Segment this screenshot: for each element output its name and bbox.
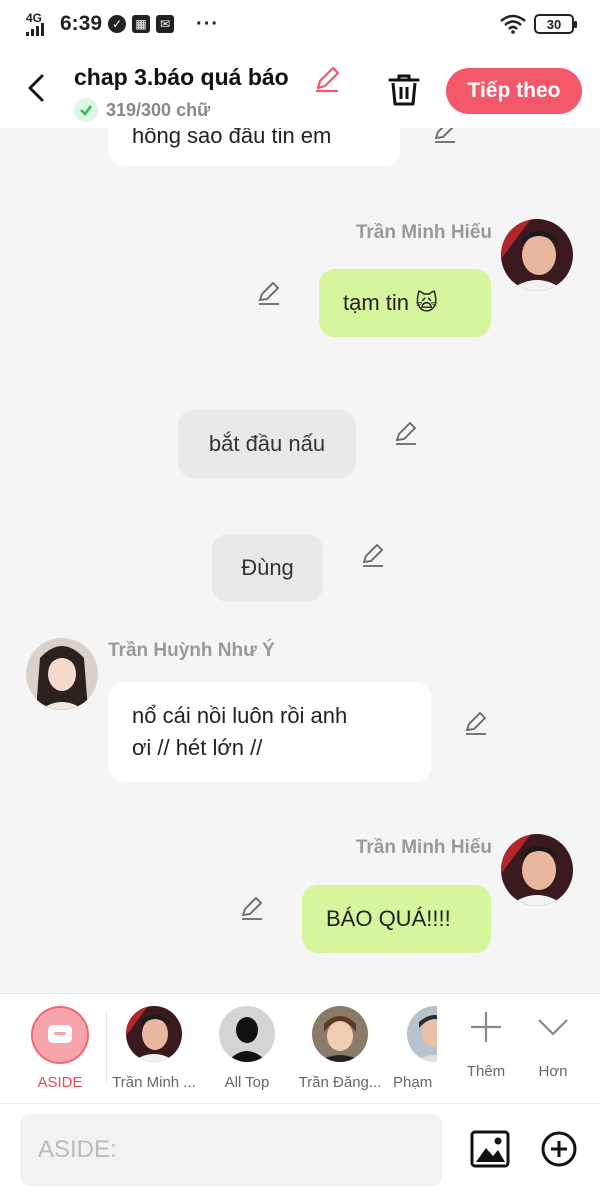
battery-level: 30 [546,16,562,32]
plus-icon [471,1012,501,1042]
signal-icon: 4G [26,12,48,36]
speaker-name: Trần Huỳnh Như Ý [108,640,275,661]
character-aside[interactable]: ASIDE [12,1006,108,1091]
avatar[interactable] [501,834,573,906]
avatar [126,1006,182,1062]
back-icon[interactable] [22,70,52,106]
battery-icon: 30 [534,14,577,34]
editor-header: chap 3.báo quá báo 319/300 chữ Tiếp theo [0,56,600,128]
message-input[interactable] [20,1114,442,1186]
character-all-top[interactable]: All Top [199,1006,295,1091]
message-bubble[interactable]: tạm tin 🙀 [319,269,491,337]
speaker-name: Trần Minh Hiếu [355,837,492,858]
message-text: hông sao đâu tin em [132,128,332,148]
message-text: ơi // hét lớn // [132,735,263,760]
message-text: bắt đầu nấu [208,431,326,456]
message-text: BÁO QUÁ!!!! [326,906,451,931]
next-button[interactable]: Tiếp theo [446,68,582,114]
wifi-icon [500,14,526,34]
pencil-icon[interactable] [393,420,419,446]
message-bubble[interactable]: hông sao đâu tin em [108,128,400,166]
pencil-icon[interactable] [360,542,386,568]
shield-icon: ✓ [108,15,127,33]
pencil-icon[interactable] [432,128,458,144]
speaker-name: Trần Minh Hiếu [355,222,492,243]
character-label: Trần Đăng... [298,1074,382,1091]
character-pham[interactable]: Phạm [393,1006,437,1091]
check-icon [74,98,98,122]
message-text: Đùng [241,555,294,580]
message-text: nổ cái nồi luôn rồi anh [132,703,348,728]
character-label: Trần Minh ... [112,1074,196,1091]
character-label: All Top [224,1074,270,1091]
chevron-down-icon [538,1019,568,1036]
word-count-row: 319/300 chữ [74,98,210,122]
character-label: Hơn [538,1063,568,1080]
character-tran-dang[interactable]: Trần Đăng... [292,1006,388,1091]
character-label: ASIDE [37,1074,83,1091]
add-character-button[interactable]: Thêm [456,1010,516,1080]
chapter-title: chap 3.báo quá báo [74,64,289,90]
character-selector: ASIDE Trần Minh ... All Top Trần Đăng...… [0,993,600,1103]
pencil-icon[interactable] [463,710,489,736]
message-bubble[interactable]: BÁO QUÁ!!!! [302,885,491,953]
status-bar: 4G 6:39 ✓ ▦ ✉ ··· 30 [0,0,600,56]
mail-icon: ✉ [156,15,175,33]
trash-icon[interactable] [386,72,422,108]
message-text: tạm tin 🙀 [343,290,439,315]
character-label: Thêm [466,1063,506,1080]
avatar [219,1006,275,1062]
character-label: Phạm [393,1074,433,1091]
narration-bubble[interactable]: Đùng [212,534,323,602]
clock: 6:39 [60,12,103,35]
image-icon[interactable] [470,1130,510,1168]
avatar [407,1006,437,1062]
message-bubble[interactable]: nổ cái nồi luôn rồi anh ơi // hét lớn // [108,682,431,782]
expand-characters-button[interactable]: Hơn [524,1010,582,1080]
character-tran-minh-hieu[interactable]: Trần Minh ... [106,1006,202,1091]
more-notifications: ··· [196,12,220,35]
plus-circle-icon[interactable] [540,1130,578,1168]
word-count: 319/300 chữ [106,99,211,120]
aside-icon [31,1006,89,1064]
narration-bubble[interactable]: bắt đầu nấu [178,410,356,478]
avatar[interactable] [501,219,573,291]
chat-area: hông sao đâu tin em Trần Minh Hiếu tạm t… [0,128,600,993]
edit-icon[interactable] [312,64,342,94]
calendar-icon: ▦ [132,15,151,33]
avatar[interactable] [26,638,98,710]
pencil-icon[interactable] [239,895,265,921]
pencil-icon[interactable] [256,280,282,306]
avatar [312,1006,368,1062]
input-bar [0,1103,600,1197]
